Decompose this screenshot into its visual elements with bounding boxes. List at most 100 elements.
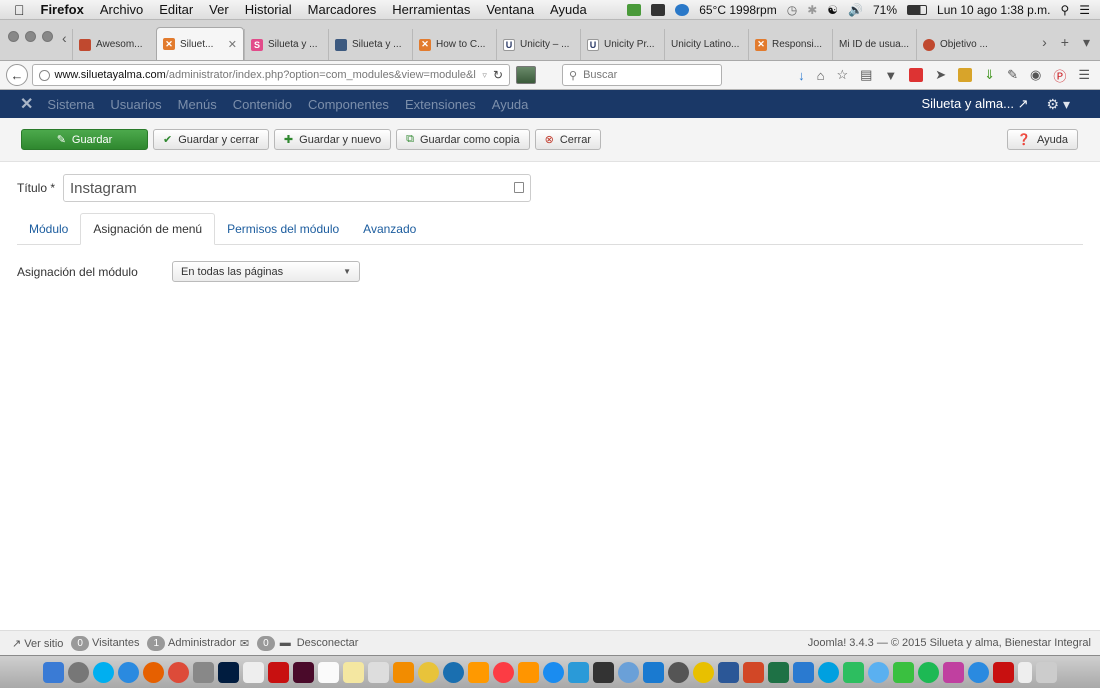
quicktime-icon[interactable]	[443, 661, 464, 683]
title-input[interactable]: Instagram	[63, 174, 531, 202]
app-icon[interactable]	[193, 661, 214, 683]
menu-ver[interactable]: Ver	[209, 2, 229, 17]
site-link[interactable]: Silueta y alma... ↗	[922, 96, 1029, 112]
trash-icon[interactable]	[1036, 661, 1057, 683]
close-button[interactable]: ⊗ Cerrar	[534, 129, 601, 150]
browser-tab[interactable]: Unicity Latino...	[664, 29, 748, 60]
menu-menus[interactable]: Menús	[178, 97, 217, 112]
menu-sistema[interactable]: Sistema	[47, 97, 94, 112]
acrobat-reader-icon[interactable]	[268, 661, 289, 683]
addon-tool-icon[interactable]: ✎	[1007, 67, 1018, 83]
site-info-icon[interactable]	[39, 69, 50, 81]
menu-herramientas[interactable]: Herramientas	[392, 2, 470, 17]
app-icon[interactable]	[943, 661, 964, 683]
battery-icon[interactable]	[907, 4, 928, 15]
downloads-icon[interactable]	[643, 661, 664, 683]
browser-tab[interactable]: S Silueta y ...	[244, 29, 328, 60]
save-button[interactable]: ✎ Guardar	[21, 129, 148, 150]
tab-avanzado[interactable]: Avanzado	[351, 213, 428, 244]
browser-tab[interactable]: U Unicity – ...	[496, 29, 580, 60]
app-store-icon[interactable]	[543, 661, 564, 683]
firefox-icon[interactable]	[143, 661, 164, 683]
system-preferences-icon[interactable]	[668, 661, 689, 683]
menu-app-name[interactable]: Firefox	[41, 2, 84, 17]
safari-icon[interactable]	[118, 661, 139, 683]
tab-modulo[interactable]: Módulo	[17, 213, 80, 244]
assignment-select[interactable]: En todas las páginas ▼	[172, 261, 360, 282]
apple-icon[interactable]: 	[14, 2, 25, 18]
preview-icon[interactable]	[368, 661, 389, 683]
save-copy-button[interactable]: ⧉ Guardar como copia	[396, 129, 530, 150]
menu-ventana[interactable]: Ventana	[486, 2, 534, 17]
addon-green-download-icon[interactable]: ⇓	[984, 67, 995, 83]
reader-view-icon[interactable]	[516, 66, 536, 84]
bluetooth-icon[interactable]: ✱	[807, 3, 817, 17]
envelope-icon[interactable]: ✉	[240, 637, 249, 650]
acrobat-icon[interactable]	[243, 661, 264, 683]
facetime-icon[interactable]	[893, 661, 914, 683]
clock[interactable]: Lun 10 ago 1:38 p.m.	[937, 3, 1050, 17]
calendar-icon[interactable]	[318, 661, 339, 683]
download-icon[interactable]: ↓	[798, 68, 805, 83]
notes-icon[interactable]	[343, 661, 364, 683]
browser-tab[interactable]: ✕ Responsi...	[748, 29, 832, 60]
ibooks-icon[interactable]	[518, 661, 539, 683]
browser-tab[interactable]: U Unicity Pr...	[580, 29, 664, 60]
sync-icon[interactable]	[568, 661, 589, 683]
indesign-icon[interactable]	[293, 661, 314, 683]
save-close-button[interactable]: ✔ Guardar y cerrar	[153, 129, 269, 150]
tab-list-icon[interactable]: ▾	[1083, 34, 1090, 51]
close-window-button[interactable]	[8, 31, 19, 42]
time-machine-icon[interactable]: ◷	[787, 3, 797, 17]
browser-tab[interactable]: Mi ID de usua...	[832, 29, 916, 60]
app-icon[interactable]	[818, 661, 839, 683]
tabs-scroll-right-icon[interactable]: ›	[1042, 34, 1047, 51]
menu-ayuda[interactable]: Ayuda	[550, 2, 587, 17]
save-new-button[interactable]: ✚ Guardar y nuevo	[273, 129, 392, 150]
zoom-window-button[interactable]	[42, 31, 53, 42]
imovie-icon[interactable]	[593, 661, 614, 683]
evernote-icon[interactable]	[651, 3, 666, 16]
tab-asignacion-menu[interactable]: Asignación de menú	[80, 213, 216, 245]
browser-tab[interactable]: Objetivo ...	[916, 29, 1000, 60]
excel-icon[interactable]	[768, 661, 789, 683]
close-tab-icon[interactable]: ✕	[228, 38, 237, 51]
back-button[interactable]: ←	[6, 64, 28, 86]
evernote-icon[interactable]	[843, 661, 864, 683]
menu-archivo[interactable]: Archivo	[100, 2, 143, 17]
app-icon[interactable]	[618, 661, 639, 683]
bookmark-star-icon[interactable]: ☆	[836, 67, 848, 83]
spotlight-search-icon[interactable]: ⚲	[1060, 3, 1069, 17]
addon-red-icon[interactable]	[909, 68, 924, 82]
skype-icon[interactable]	[93, 661, 114, 683]
minimize-window-button[interactable]	[25, 31, 36, 42]
powerpoint-icon[interactable]	[743, 661, 764, 683]
app-icon[interactable]	[868, 661, 889, 683]
bookmarks-list-icon[interactable]: ▤	[860, 67, 872, 83]
browser-tab[interactable]: Silueta y ...	[328, 29, 412, 60]
teamviewer-icon[interactable]	[968, 661, 989, 683]
chrome-icon[interactable]	[168, 661, 189, 683]
itunes-icon[interactable]	[493, 661, 514, 683]
menu-marcadores[interactable]: Marcadores	[308, 2, 377, 17]
view-site-link[interactable]: ↗ Ver sitio	[12, 637, 63, 650]
menu-usuarios[interactable]: Usuarios	[110, 97, 161, 112]
send-icon[interactable]: ➤	[935, 67, 946, 83]
joomla-logo-icon[interactable]: ✕	[20, 94, 33, 114]
spotify-icon[interactable]	[918, 661, 939, 683]
browser-tab-active[interactable]: ✕ Siluet... ✕	[156, 27, 244, 60]
browser-tab[interactable]: ✕ How to C...	[412, 29, 496, 60]
launchpad-icon[interactable]	[68, 661, 89, 683]
search-bar[interactable]: ⚲ Buscar	[562, 64, 722, 86]
tabs-scroll-left-icon[interactable]: ‹	[62, 30, 67, 46]
menu-ayuda[interactable]: Ayuda	[492, 97, 529, 112]
photos-icon[interactable]	[418, 661, 439, 683]
chat-icon[interactable]: ◉	[1030, 67, 1041, 83]
reload-icon[interactable]: ↻	[487, 68, 503, 82]
photoshop-icon[interactable]	[218, 661, 239, 683]
status-app-icon[interactable]	[627, 3, 642, 16]
pinterest-icon[interactable]: Ⓟ	[1053, 66, 1066, 85]
amazon-icon[interactable]	[468, 661, 489, 683]
disk-utility-icon[interactable]	[693, 661, 714, 683]
fan-control-icon[interactable]	[675, 3, 690, 16]
